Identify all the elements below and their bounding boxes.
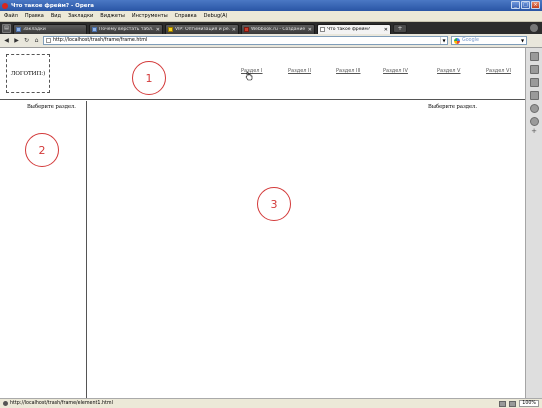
tab-close-icon[interactable]: ✕	[384, 27, 388, 33]
image-toggle-icon[interactable]	[499, 400, 507, 407]
add-panel-icon[interactable]: +	[526, 127, 542, 135]
nav-link-section-5[interactable]: Раздел V	[437, 68, 460, 74]
left-prompt: Выберите раздел.	[27, 104, 76, 110]
page-icon	[244, 27, 249, 32]
bookmark-icon	[16, 27, 21, 32]
info-panel-icon[interactable]	[529, 117, 539, 126]
address-url[interactable]: http://localhost/trash/frame/frame.html	[53, 38, 438, 43]
page-icon	[168, 27, 173, 32]
history-panel-icon[interactable]	[529, 104, 539, 113]
nav-link-section-6[interactable]: Раздел VI	[486, 68, 511, 74]
tab-close-icon[interactable]: ✕	[308, 27, 312, 33]
page-icon	[92, 27, 97, 32]
chevron-down-icon[interactable]: ▼	[440, 37, 447, 44]
home-icon[interactable]: ⌂	[33, 37, 40, 44]
side-panel-strip: +	[525, 48, 542, 398]
tab-close-icon[interactable]: ✕	[156, 27, 160, 33]
trash-icon[interactable]	[530, 24, 538, 32]
widgets-panel-icon[interactable]	[529, 78, 539, 87]
header-frame: ЛОГОТИП:) Раздел I Раздел II Раздел III …	[0, 48, 525, 100]
marker-2: 2	[25, 133, 59, 167]
tab-label: Webbook.ru - Создание ...	[251, 27, 306, 32]
status-icon	[3, 401, 8, 406]
tab-why-tables[interactable]: Почему верстать табл... ✕	[89, 24, 163, 34]
minimize-button[interactable]: _	[511, 1, 520, 9]
nav-link-section-3[interactable]: Раздел III	[336, 68, 360, 74]
marker-3: 3	[257, 187, 291, 221]
hand-cursor-icon	[245, 71, 253, 81]
window-controls: _ □ ×	[511, 1, 540, 9]
bookmarks-panel-icon[interactable]	[529, 52, 539, 61]
nav-link-section-2[interactable]: Раздел II	[288, 68, 311, 74]
close-window-button[interactable]: ×	[531, 1, 540, 9]
window-title: Что такое фрейм? - Opera	[11, 2, 94, 9]
tab-what-is-frame[interactable]: Что такое фрейм? ✕	[317, 24, 391, 34]
nav-link-section-4[interactable]: Раздел IV	[383, 68, 408, 74]
tab-bar: ▤ Закладки Почему верстать табл... ✕ VIP…	[0, 22, 542, 34]
menu-help[interactable]: Справка	[175, 13, 197, 19]
marker-1: 1	[132, 61, 166, 95]
tab-close-icon[interactable]: ✕	[232, 27, 236, 33]
logo: ЛОГОТИП:)	[6, 54, 50, 93]
notes-panel-icon[interactable]	[529, 65, 539, 74]
page-icon	[320, 27, 325, 32]
menu-edit[interactable]: Правка	[25, 13, 44, 19]
section-nav: Раздел I Раздел II Раздел III Раздел IV …	[241, 68, 525, 76]
tab-label: Закладки	[23, 27, 46, 32]
zoom-level[interactable]: 100%	[519, 400, 539, 407]
menu-bar: Файл Правка Вид Закладки Виджеты Инструм…	[0, 11, 542, 22]
tab-menu-icon[interactable]: ▤	[2, 24, 11, 33]
menu-debug[interactable]: Debug(A)	[204, 13, 228, 19]
menu-widgets[interactable]: Виджеты	[100, 13, 125, 19]
page-icon	[46, 38, 51, 43]
new-tab-button[interactable]: +	[393, 24, 407, 33]
back-icon[interactable]: ◀	[3, 37, 10, 44]
menu-bookmarks[interactable]: Закладки	[68, 13, 93, 19]
chevron-down-icon[interactable]: ▼	[519, 38, 526, 43]
tab-label: VIP: Оптимизация и ре...	[175, 27, 230, 32]
main-prompt: Выберите раздел.	[428, 104, 477, 110]
left-frame: Выберите раздел. 2	[0, 101, 87, 398]
address-field[interactable]: http://localhost/trash/frame/frame.html …	[43, 36, 448, 45]
menu-tools[interactable]: Инструменты	[132, 13, 168, 19]
opera-icon	[2, 2, 8, 9]
address-toolbar: ◀ ▶ ↻ ⌂ http://localhost/trash/frame/fra…	[0, 34, 542, 48]
reload-icon[interactable]: ↻	[23, 37, 30, 44]
menu-file[interactable]: Файл	[4, 13, 18, 19]
tab-vip[interactable]: VIP: Оптимизация и ре... ✕	[165, 24, 239, 34]
view-toggle-icon[interactable]	[509, 400, 517, 407]
maximize-button[interactable]: □	[521, 1, 530, 9]
status-text: http://localhost/trash/frame/element1.ht…	[10, 401, 113, 406]
google-icon[interactable]	[454, 37, 460, 44]
tab-bookmarks[interactable]: Закладки	[13, 24, 87, 34]
downloads-panel-icon[interactable]	[529, 91, 539, 100]
status-controls: 100%	[499, 400, 539, 407]
menu-view[interactable]: Вид	[51, 13, 61, 19]
search-placeholder[interactable]: Google	[462, 38, 517, 43]
window-titlebar: Что такое фрейм? - Opera _ □ ×	[0, 0, 542, 11]
main-frame: Выберите раздел. 3	[88, 101, 525, 398]
tab-webbook[interactable]: Webbook.ru - Создание ... ✕	[241, 24, 315, 34]
page-viewport: ЛОГОТИП:) Раздел I Раздел II Раздел III …	[0, 48, 525, 398]
tab-label: Почему верстать табл...	[99, 27, 154, 32]
tab-label: Что такое фрейм?	[327, 27, 371, 32]
status-bar: http://localhost/trash/frame/element1.ht…	[0, 398, 542, 408]
search-field[interactable]: Google ▼	[451, 36, 527, 45]
forward-icon[interactable]: ▶	[13, 37, 20, 44]
